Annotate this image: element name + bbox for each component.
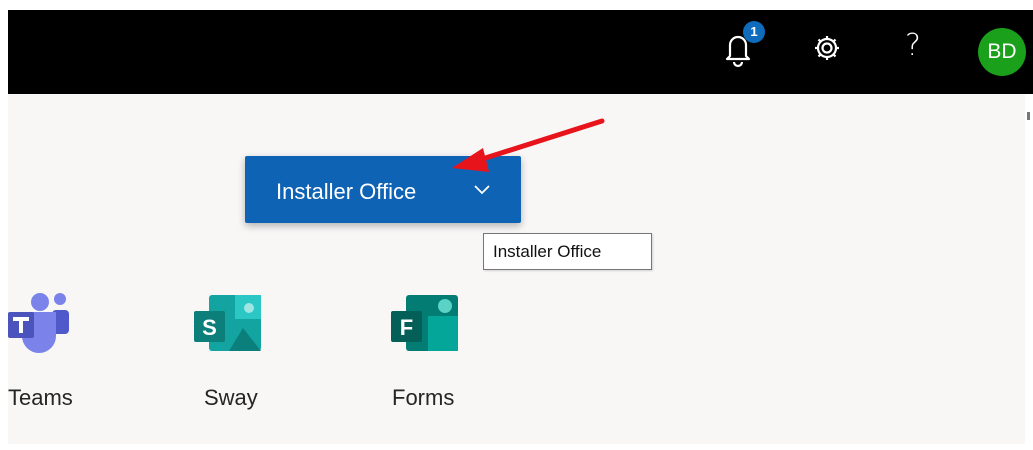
notification-badge: 1 <box>743 21 765 43</box>
app-label-sway[interactable]: Sway <box>204 385 258 411</box>
chevron-down-icon <box>474 185 490 195</box>
install-office-label: Installer Office <box>276 179 417 204</box>
forms-icon[interactable]: F <box>390 292 460 356</box>
app-label-forms[interactable]: Forms <box>392 385 454 411</box>
avatar[interactable]: BD <box>978 28 1026 76</box>
top-navigation-bar <box>8 10 1033 94</box>
tooltip: Installer Office <box>483 233 652 270</box>
teams-icon[interactable] <box>8 292 72 356</box>
sway-icon[interactable]: S <box>193 292 263 356</box>
help-icon[interactable]: ? <box>905 26 921 66</box>
svg-text:S: S <box>202 315 217 340</box>
svg-text:F: F <box>400 315 413 340</box>
app-label-teams[interactable]: Teams <box>8 385 73 411</box>
scrollbar[interactable] <box>1027 112 1030 120</box>
install-office-button[interactable]: Installer Office <box>245 156 521 223</box>
gear-icon[interactable] <box>812 33 842 63</box>
